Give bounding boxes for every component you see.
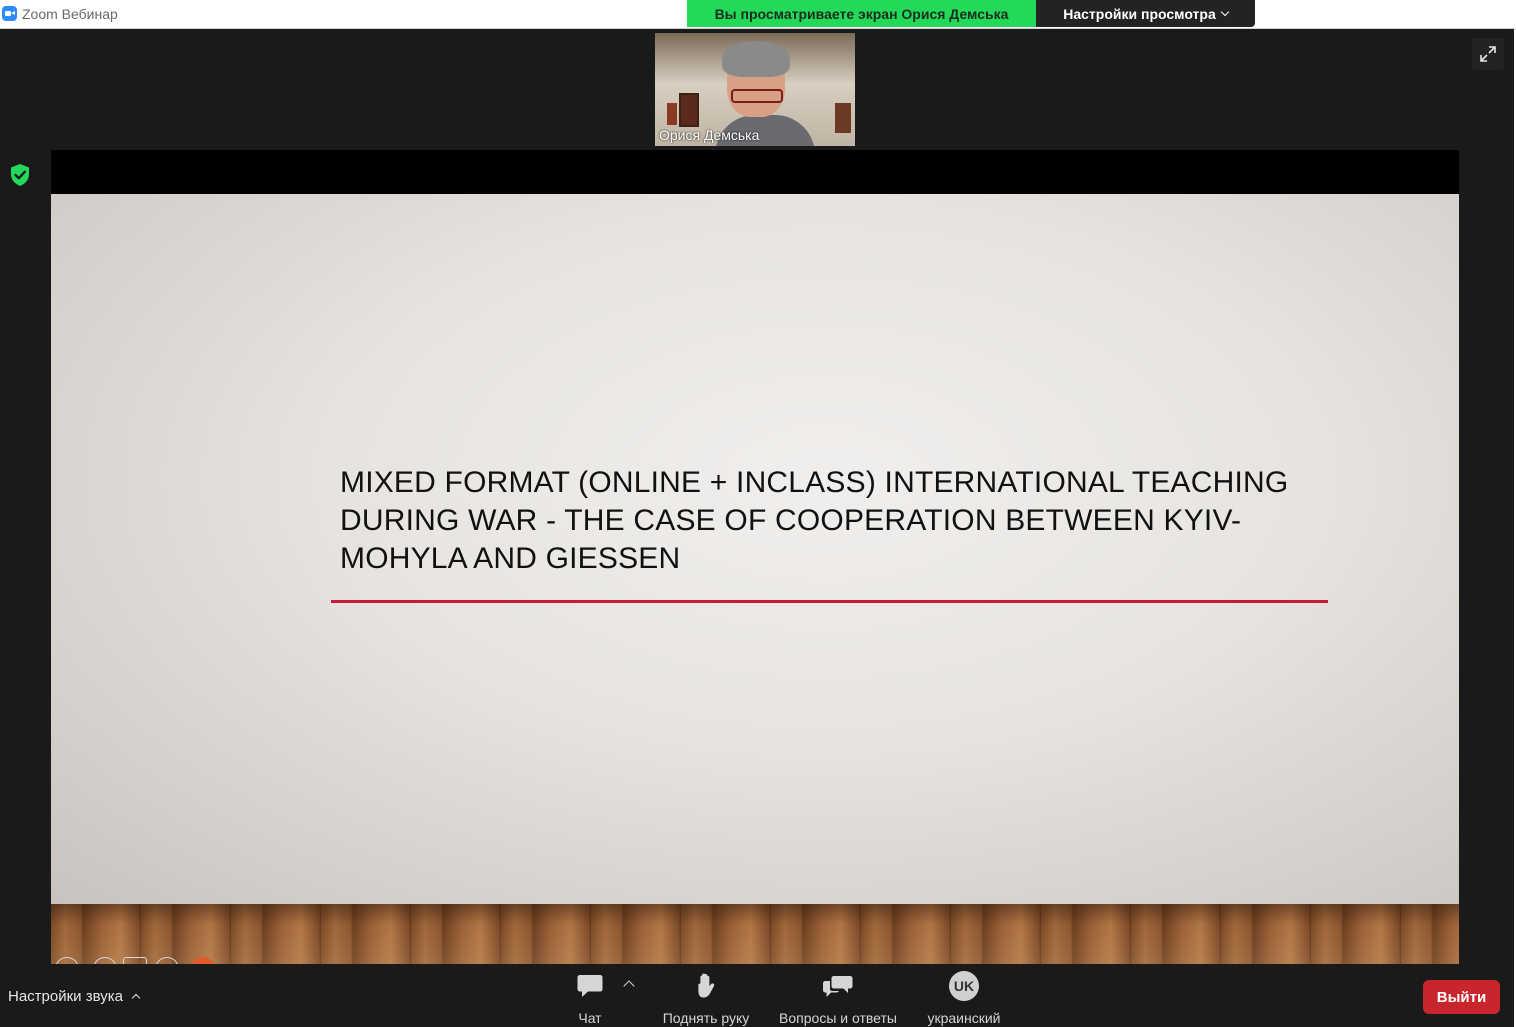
video-person-hair xyxy=(722,41,790,77)
video-detail xyxy=(835,103,851,133)
qa-button[interactable]: Вопросы и ответы xyxy=(772,970,904,1026)
shield-check-icon[interactable] xyxy=(9,163,31,187)
slide-title: MIXED FORMAT (ONLINE + INCLASS) INTERNAT… xyxy=(340,464,1300,578)
language-interpretation-button[interactable]: UK украинский xyxy=(920,970,1008,1026)
window-title: Zoom Вебинар xyxy=(22,6,118,22)
language-label: украинский xyxy=(927,1010,1001,1026)
chevron-up-icon xyxy=(131,993,141,1003)
slide-annotation-tools xyxy=(51,955,221,964)
zoom-webinar-window: Zoom Вебинар Вы просматриваете экран Ори… xyxy=(0,0,1516,1027)
audio-settings-button[interactable]: Настройки звука xyxy=(8,988,141,1005)
raise-hand-button[interactable]: Поднять руку xyxy=(655,970,757,1026)
slide-title-line: MIXED FORMAT (ONLINE + INCLASS) INTERNAT… xyxy=(340,466,1289,499)
shared-screen-top-bar xyxy=(51,150,1459,194)
meeting-toolbar: Настройки звука Чат Поднять руку Вопросы… xyxy=(0,964,1514,1027)
qa-bubbles-icon xyxy=(822,970,854,1002)
language-badge: UK xyxy=(949,971,979,1001)
slide-wooden-floor xyxy=(51,904,1459,964)
fullscreen-icon[interactable] xyxy=(1472,38,1504,70)
chat-bubble-icon xyxy=(576,970,604,1002)
annotation-tool-icon xyxy=(55,957,79,964)
chat-button[interactable]: Чат xyxy=(570,970,610,1026)
raise-hand-label: Поднять руку xyxy=(662,1010,750,1026)
view-settings-button[interactable]: Настройки просмотра xyxy=(1036,0,1255,27)
zoom-logo-icon xyxy=(2,6,17,21)
video-detail xyxy=(679,93,699,127)
slide-title-underline xyxy=(331,600,1328,603)
video-person-glasses xyxy=(731,89,783,103)
annotation-tool-icon xyxy=(93,957,117,964)
chat-label: Чат xyxy=(578,1010,602,1026)
leave-button[interactable]: Выйти xyxy=(1423,980,1500,1014)
view-settings-label: Настройки просмотра xyxy=(1063,5,1216,22)
hand-icon xyxy=(694,970,718,1002)
annotation-tool-icon xyxy=(155,957,179,964)
speaker-name-label: Орися Демська xyxy=(659,127,760,143)
chat-options-chevron-icon[interactable] xyxy=(623,980,635,992)
slide-title-line: DURING WAR - THE CASE OF COOPERATION BET… xyxy=(340,504,1242,537)
speaker-video-thumbnail[interactable]: Орися Демська xyxy=(655,33,855,146)
viewing-screen-banner: Вы просматриваете экран Орися Демська xyxy=(687,0,1036,27)
slide-title-line: MOHYLA AND GIESSEN xyxy=(340,542,681,575)
chevron-down-icon xyxy=(1220,7,1229,17)
annotation-tool-icon xyxy=(123,957,147,964)
qa-label: Вопросы и ответы xyxy=(779,1010,897,1026)
audio-settings-label: Настройки звука xyxy=(8,988,123,1005)
annotation-tool-icon xyxy=(191,957,215,964)
video-detail xyxy=(667,103,677,125)
